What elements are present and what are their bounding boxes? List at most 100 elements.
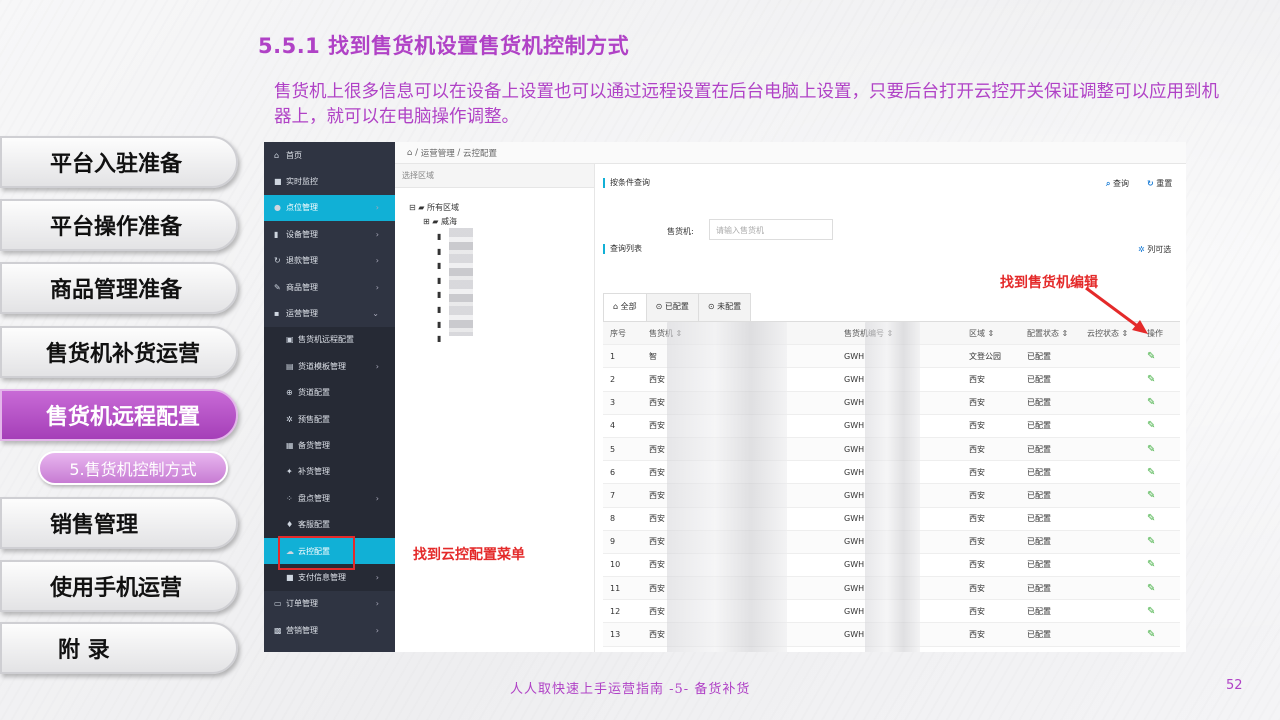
search-button[interactable]: ⌕ 查询 (1106, 178, 1129, 189)
cell-status: 已配置 (1027, 490, 1051, 500)
nav-item-sales[interactable]: 销售管理 (0, 497, 238, 549)
sidebar-item-product[interactable]: ✎ 商品管理 › (264, 274, 395, 300)
card-icon: ■ (286, 572, 294, 582)
cell-action: ✎ (1141, 629, 1180, 640)
cell-action: ✎ (1141, 606, 1180, 617)
cell-action: ✎ (1141, 444, 1180, 455)
circle-icon: ⊙ (707, 302, 715, 311)
tab-all[interactable]: ⌂ 全部 (603, 293, 647, 322)
col-header-area[interactable]: 区域 ⇕ (963, 328, 1021, 339)
sidebar-item-orders[interactable]: ▭ 订单管理 › (264, 591, 395, 617)
sidebar-item-device[interactable]: ▮ 设备管理 › (264, 221, 395, 247)
sidebar-item-inventory[interactable]: ⁘ 盘点管理 › (264, 485, 395, 512)
chevron-right-icon: › (375, 256, 379, 266)
breadcrumb-current: 云控配置 (462, 148, 497, 159)
cell-no: 6 (610, 467, 616, 477)
cell-status: 已配置 (1027, 537, 1051, 547)
sidebar-item-refund[interactable]: ↻ 退款管理 › (264, 248, 395, 274)
cell-area: 西安 (969, 606, 985, 616)
search-icon: ⌕ (1106, 179, 1111, 188)
edit-icon: ✎ (274, 282, 281, 292)
edit-pencil-icon[interactable]: ✎ (1147, 513, 1155, 524)
cell-area: 西安 (969, 560, 985, 570)
sidebar-item-lane-template[interactable]: ▤ 货道模板管理 › (264, 353, 395, 380)
nav-item-mobile[interactable]: 使用手机运营 (0, 560, 238, 612)
sidebar-item-presale[interactable]: ✲ 预售配置 (264, 405, 395, 433)
edit-pencil-icon[interactable]: ✎ (1147, 606, 1155, 617)
home-icon[interactable]: ⌂ (407, 148, 412, 158)
tree-node-weihai[interactable]: ⊞ ▰ 威海 (423, 216, 457, 227)
sidebar-item-marketing[interactable]: ▩ 营销管理 › (264, 617, 395, 643)
nav-item-product-management[interactable]: 商品管理准备 (0, 262, 238, 314)
edit-pencil-icon[interactable]: ✎ (1147, 583, 1155, 594)
annotation-menu-hint: 找到云控配置菜单 (413, 547, 525, 563)
sidebar-item-location[interactable]: ● 点位管理 › (264, 194, 395, 222)
cell-action: ✎ (1141, 351, 1180, 362)
edit-pencil-icon[interactable]: ✎ (1147, 397, 1155, 408)
sidebar-item-monitor[interactable]: ■ 实时监控 (264, 168, 395, 194)
col-header-no: 序号 (610, 328, 626, 338)
sidebar-item-operation[interactable]: ▪ 运营管理 ⌄ (264, 300, 395, 326)
edit-pencil-icon[interactable]: ✎ (1147, 559, 1155, 570)
cell-area: 西安 (969, 421, 985, 431)
chevron-right-icon: › (375, 282, 379, 292)
cell-status: 已配置 (1027, 583, 1051, 593)
edit-pencil-icon[interactable]: ✎ (1147, 444, 1155, 455)
chevron-down-icon: ⌄ (372, 309, 379, 319)
nav-item-restock[interactable]: 售货机补货运营 (0, 326, 238, 378)
cell-status: 已配置 (1027, 630, 1051, 640)
edit-pencil-icon[interactable]: ✎ (1147, 490, 1155, 501)
breadcrumb-parent[interactable]: 运营管理 (421, 147, 455, 159)
nav-subitem-control-mode[interactable]: 5.售货机控制方式 (38, 451, 228, 485)
sidebar-item-lane-config[interactable]: ⊕ 货道配置 (264, 379, 395, 406)
edit-pencil-icon[interactable]: ✎ (1147, 374, 1155, 385)
location-icon: ● (274, 203, 281, 213)
chevron-right-icon: › (375, 493, 379, 503)
sidebar-item-stock[interactable]: ▦ 备货管理 (264, 432, 395, 459)
sidebar-item-home[interactable]: ⌂ 首页 (264, 142, 395, 168)
blurred-name-column (667, 322, 787, 652)
nav-item-platform-operation[interactable]: 平台操作准备 (0, 199, 238, 251)
reset-icon: ↻ (1147, 179, 1154, 188)
plus-icon: ⊕ (286, 388, 293, 398)
nav-item-platform-entry[interactable]: 平台入驻准备 (0, 136, 238, 188)
cell-area: 西安 (969, 537, 985, 547)
slide-footer: 人人取快速上手运营指南 -5- 备货补货 (510, 682, 751, 697)
edit-pencil-icon[interactable]: ✎ (1147, 629, 1155, 640)
edit-pencil-icon[interactable]: ✎ (1147, 351, 1155, 362)
nav-item-remote-config[interactable]: 售货机远程配置 (0, 389, 238, 441)
cell-no: 3 (610, 398, 616, 408)
cell-status: 已配置 (1027, 606, 1051, 616)
cell-no: 9 (610, 537, 616, 547)
nav-item-appendix[interactable]: 附 录 (0, 622, 238, 674)
wrench-icon: ✦ (286, 467, 293, 477)
reset-button[interactable]: ↻ 重置 (1147, 178, 1172, 189)
cell-action: ✎ (1141, 420, 1180, 431)
page-number: 52 (1226, 678, 1243, 693)
column-filter-button[interactable]: ✲ 列可选 (1138, 244, 1171, 255)
sidebar-item-replenish[interactable]: ✦ 补货管理 (264, 458, 395, 486)
cell-action: ✎ (1141, 513, 1180, 524)
gear-icon: ✲ (1138, 245, 1145, 254)
sidebar-item-service[interactable]: ♦ 客服配置 (264, 511, 395, 538)
tab-configured[interactable]: ⊙ 已配置 (645, 293, 699, 321)
chevron-right-icon: › (375, 599, 379, 609)
cell-area: 西安 (969, 444, 985, 454)
sort-icon: ⇕ (987, 328, 995, 338)
cell-status: 已配置 (1027, 398, 1051, 408)
home-icon: ⌂ (274, 150, 280, 160)
edit-pencil-icon[interactable]: ✎ (1147, 536, 1155, 547)
cell-area: 西安 (969, 374, 985, 384)
vending-search-input[interactable]: 请输入售货机 (709, 219, 833, 240)
cell-no: 8 (610, 514, 616, 524)
edit-pencil-icon[interactable]: ✎ (1147, 420, 1155, 431)
tab-unconfigured[interactable]: ⊙ 未配置 (697, 293, 752, 321)
col-header-config-status[interactable]: 配置状态 ⇕ (1021, 328, 1081, 339)
tree-root[interactable]: ⊟ ▰ 所有区域 (409, 202, 459, 213)
cell-status: 已配置 (1027, 560, 1051, 570)
sidebar-item-remote-config[interactable]: ▣ 售货机远程配置 (264, 326, 395, 354)
edit-pencil-icon[interactable]: ✎ (1147, 467, 1155, 478)
doc-icon: ▤ (286, 361, 294, 371)
cell-status: 已配置 (1027, 467, 1051, 477)
chapter-nav: 平台入驻准备 平台操作准备 商品管理准备 售货机补货运营 售货机远程配置 5.售… (0, 130, 245, 690)
